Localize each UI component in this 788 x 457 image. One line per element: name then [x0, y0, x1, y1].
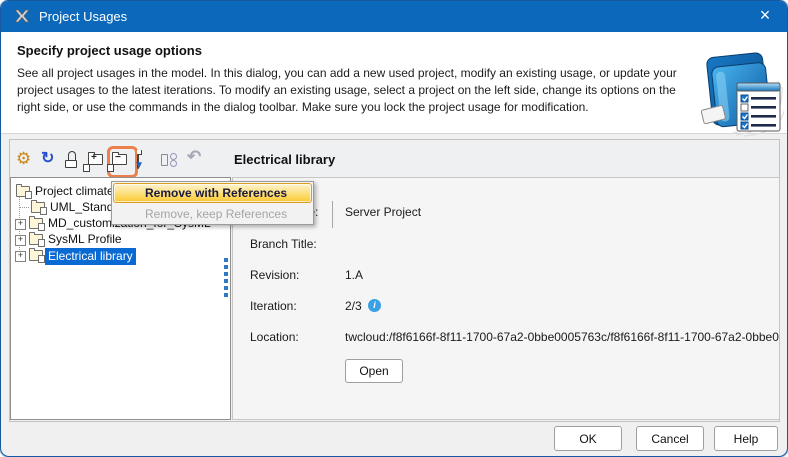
- ok-button[interactable]: OK: [554, 426, 622, 451]
- context-menu: Remove with References Remove, keep Refe…: [111, 181, 314, 225]
- refresh-icon[interactable]: ↻: [41, 151, 54, 167]
- project-folder-icon: [29, 233, 44, 245]
- update-project-usage-icon[interactable]: ▼: [137, 150, 139, 169]
- undo-icon[interactable]: ↶: [187, 149, 201, 165]
- minus-glyph: −: [115, 152, 121, 163]
- field-label: Revision:: [250, 267, 299, 283]
- description-line: right side, or use the commands in the d…: [17, 99, 697, 116]
- description-line: See all project usages in the model. In …: [17, 65, 697, 82]
- project-folder-icon: [29, 249, 44, 261]
- menu-item-remove-with-references[interactable]: Remove with References: [113, 183, 312, 203]
- project-folder-icon: [16, 185, 31, 197]
- field-label: Branch Title:: [250, 236, 317, 252]
- info-icon[interactable]: i: [368, 299, 381, 312]
- tree-scrollbar-thumb[interactable]: [224, 258, 228, 300]
- page-shape: [83, 164, 90, 172]
- down-arrow-glyph: ▼: [134, 161, 144, 171]
- header-title: Specify project usage options: [17, 43, 202, 58]
- magicdraw-logo-icon: [13, 7, 31, 30]
- field-value: 2/3: [345, 298, 362, 314]
- field-iteration: Iteration: 2/3 i: [233, 298, 779, 314]
- struct-rect: [161, 154, 168, 166]
- header-description: See all project usages in the model. In …: [17, 65, 697, 116]
- project-usages-artwork-icon: [698, 43, 784, 142]
- screen: Project Usages × Specify project usage o…: [0, 0, 788, 457]
- field-branch-title: Branch Title:: [233, 236, 779, 252]
- dialog-header: Specify project usage options See all pr…: [1, 32, 787, 134]
- field-value: twcloud:/f8f6166f-8f11-1700-67a2-0bbe000…: [345, 329, 779, 345]
- field-label: Iteration:: [250, 298, 297, 314]
- selected-project-title: Electrical library: [234, 152, 335, 167]
- expand-icon[interactable]: +: [15, 251, 26, 262]
- tree-item-label-selected[interactable]: Electrical library: [45, 248, 136, 265]
- window-title: Project Usages: [39, 1, 127, 32]
- plus-glyph: +: [91, 152, 97, 163]
- struct-circle: [170, 160, 177, 167]
- page-shape: [107, 164, 114, 172]
- field-value: Server Project: [345, 204, 421, 220]
- project-folder-icon: [29, 217, 44, 229]
- help-button[interactable]: Help: [714, 426, 778, 451]
- page-fold: [137, 150, 142, 155]
- tree-item-label[interactable]: Project climate: [35, 184, 114, 199]
- field-type: Type: Server Project: [233, 204, 779, 220]
- field-location: Location: twcloud:/f8f6166f-8f11-1700-67…: [233, 329, 779, 345]
- field-value: 1.A: [345, 267, 363, 283]
- close-icon[interactable]: ×: [743, 1, 787, 32]
- project-folder-icon: [31, 201, 46, 213]
- title-bar[interactable]: Project Usages ×: [1, 1, 787, 32]
- lock-body: [65, 160, 77, 168]
- tree-connector: [19, 207, 29, 208]
- project-usages-dialog: Project Usages × Specify project usage o…: [0, 0, 788, 457]
- struct-circle: [170, 153, 177, 160]
- field-revision: Revision: 1.A: [233, 267, 779, 283]
- expand-icon[interactable]: +: [15, 219, 26, 230]
- lock-shackle: [68, 151, 76, 160]
- tree-item-label[interactable]: UML_Stand: [50, 200, 113, 215]
- open-button[interactable]: Open: [345, 359, 403, 383]
- usage-details-panel: Type: Server Project Branch Title: Revis…: [232, 177, 780, 420]
- description-line: project usages to the latest iterations.…: [17, 82, 697, 99]
- expand-icon[interactable]: +: [15, 235, 26, 246]
- cancel-button[interactable]: Cancel: [636, 426, 704, 451]
- divider-line: [332, 201, 333, 228]
- field-label: Location:: [250, 329, 299, 345]
- options-gear-icon[interactable]: ⚙: [16, 150, 31, 167]
- tree-item-label[interactable]: SysML Profile: [48, 232, 122, 247]
- menu-item-remove-keep-references[interactable]: Remove, keep References: [112, 204, 313, 224]
